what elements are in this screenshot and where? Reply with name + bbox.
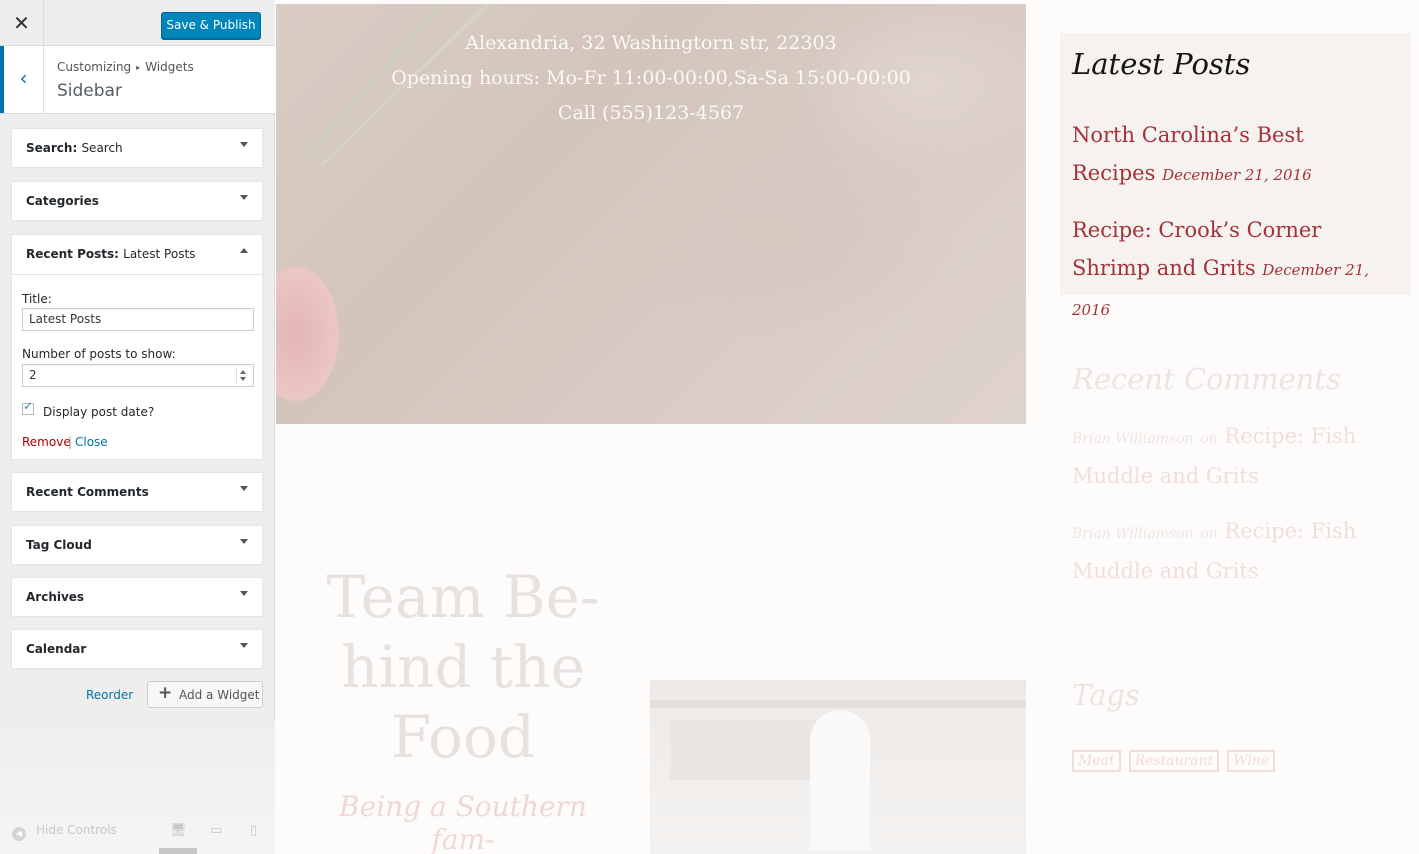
widget-type: Search <box>26 141 73 155</box>
hero-phone: Call (555)123-4567 <box>557 102 745 124</box>
save-publish-button[interactable]: Save & Publish <box>161 12 261 39</box>
hero-address: Alexandria, 32 Washingtorn str, 22303 <box>465 32 837 54</box>
comment-item: Brian Williamson on Recipe: Fish Muddle … <box>1072 513 1392 590</box>
team-heading: Team Be- hind the Food <box>326 563 600 771</box>
breadcrumb: Customizing ▸ Widgets <box>57 60 194 74</box>
display-date-checkbox[interactable] <box>22 399 34 415</box>
tag-link[interactable]: Restaurant <box>1128 750 1220 772</box>
widget-header[interactable]: Calendar <box>12 630 262 668</box>
title-label: Title: <box>22 292 52 306</box>
hide-controls-label: Hide Controls <box>36 823 117 837</box>
link-separator: | <box>68 435 73 449</box>
tag-link[interactable]: Meat <box>1072 750 1121 772</box>
widget-search[interactable]: Search: Search <box>11 128 263 168</box>
active-device-indicator <box>159 848 197 854</box>
breadcrumb-child: Widgets <box>145 60 194 74</box>
chevron-left-icon: ‹ <box>19 66 28 90</box>
latest-post-item: Recipe: Crook’s Corner Shrimp and Grits … <box>1072 211 1392 329</box>
widget-categories[interactable]: Categories <box>11 181 263 221</box>
title-input[interactable]: Latest Posts <box>22 308 254 331</box>
section-header: ‹ Customizing ▸ Widgets Sidebar <box>0 46 275 114</box>
widget-header[interactable]: Categories <box>12 182 262 220</box>
comment-author: Brian Williamson <box>1072 526 1194 542</box>
widget-header[interactable]: Recent Comments <box>12 473 262 511</box>
caret-down-icon[interactable] <box>240 142 248 147</box>
tag-link[interactable]: Wine <box>1227 750 1276 772</box>
widget-instance-title: Latest Posts <box>123 247 196 261</box>
widget-header[interactable]: Archives <box>12 578 262 616</box>
customizer-panel: ✕ Save & Publish ‹ Customizing ▸ Widgets S… <box>0 0 275 854</box>
display-date-label: Display post date? <box>43 405 155 419</box>
comment-on: on <box>1200 526 1218 542</box>
widget-title: Archives <box>26 590 85 604</box>
post-count-label: Number of posts to show: <box>22 347 176 361</box>
widget-title: Search: Search <box>26 141 123 155</box>
widget-recent-comments[interactable]: Recent Comments <box>11 472 263 512</box>
post-date: December 21, 2016 <box>1162 166 1312 184</box>
latest-posts-widget: Latest Posts North Carolina’s Best Recip… <box>1060 33 1411 319</box>
recent-comments-title: Recent Comments <box>1072 362 1341 396</box>
widget-header[interactable]: Tag Cloud <box>12 526 262 564</box>
breadcrumb-parent: Customizing <box>57 60 132 74</box>
caret-down-icon[interactable] <box>240 486 248 491</box>
photo-kitchen-rail <box>650 700 1026 708</box>
site-preview: Alexandria, 32 Washingtorn str, 22303 Op… <box>275 0 1419 854</box>
comment-item: Brian Williamson on Recipe: Fish Muddle … <box>1072 418 1392 495</box>
mobile-preview-icon[interactable]: ▯ <box>250 823 257 838</box>
widget-title: Recent Posts: Latest Posts <box>26 247 196 261</box>
widget-archives[interactable]: Archives <box>11 577 263 617</box>
caret-down-icon[interactable] <box>240 539 248 544</box>
comment-author: Brian Williamson <box>1072 431 1194 447</box>
spinner-arrows-icon[interactable] <box>236 368 249 383</box>
add-widget-button[interactable]: + Add a Widget <box>147 681 263 708</box>
collapse-arrow-icon: ◀ <box>12 827 26 841</box>
hide-controls-button[interactable]: ◀ Hide Controls <box>12 823 117 841</box>
comment-on: on <box>1200 431 1218 447</box>
customizer-header: ✕ Save & Publish <box>0 0 275 46</box>
caret-down-icon[interactable] <box>240 643 248 648</box>
tag-cloud: Meat Restaurant Wine <box>1072 750 1283 772</box>
plus-icon: + <box>158 683 173 703</box>
photo-chef-figure <box>810 710 870 850</box>
photo-kitchen-shelf <box>670 720 820 780</box>
widget-header[interactable]: Recent Posts: Latest Posts <box>12 235 262 275</box>
close-widget-link[interactable]: Close <box>75 435 108 449</box>
widget-title: Calendar <box>26 642 87 656</box>
close-icon: ✕ <box>13 11 30 35</box>
widget-header[interactable]: Search: Search <box>12 129 262 167</box>
tablet-preview-icon[interactable]: ▭ <box>210 823 222 838</box>
section-title: Sidebar <box>57 81 122 101</box>
add-widget-label: Add a Widget <box>179 688 260 702</box>
hero-image: Alexandria, 32 Washingtorn str, 22303 Op… <box>276 4 1026 424</box>
latest-post-item: North Carolina’s Best Recipes December 2… <box>1072 116 1392 194</box>
team-subheading: Being a Southern fam- <box>339 790 587 854</box>
caret-down-icon[interactable] <box>240 195 248 200</box>
widget-instance-title: Search <box>81 141 123 155</box>
back-button[interactable]: ‹ <box>0 46 44 113</box>
caret-down-icon[interactable] <box>240 591 248 596</box>
widget-title: Recent Comments <box>26 485 149 499</box>
latest-posts-title: Latest Posts <box>1072 47 1251 81</box>
widget-recent-posts: Recent Posts: Latest Posts Title: Latest… <box>11 234 263 460</box>
remove-widget-link[interactable]: Remove <box>22 435 71 449</box>
hero-hours: Opening hours: Mo-Fr 11:00-00:00,Sa-Sa 1… <box>391 67 911 89</box>
chef-photo <box>650 680 1026 854</box>
desktop-preview-icon[interactable]: 🖥 <box>170 823 187 838</box>
caret-up-icon[interactable] <box>240 248 248 253</box>
widget-type: Recent Posts <box>26 247 115 261</box>
post-count-input[interactable]: 2 <box>22 364 254 387</box>
widget-title: Categories <box>26 194 99 208</box>
widget-title: Tag Cloud <box>26 538 92 552</box>
widget-calendar[interactable]: Calendar <box>11 629 263 669</box>
reorder-link[interactable]: Reorder <box>86 688 133 702</box>
tags-title: Tags <box>1072 678 1140 712</box>
close-customizer-button[interactable]: ✕ <box>0 0 44 46</box>
post-count-value: 2 <box>29 368 37 382</box>
breadcrumb-arrow-icon: ▸ <box>136 63 141 72</box>
widget-tag-cloud[interactable]: Tag Cloud <box>11 525 263 565</box>
